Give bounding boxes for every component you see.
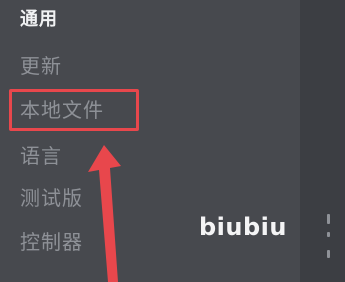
edge-mark bbox=[327, 214, 330, 224]
watermark-text: biubiu bbox=[199, 213, 287, 241]
sidebar-item-language[interactable]: 语言 bbox=[20, 144, 62, 168]
sidebar-item-controller[interactable]: 控制器 bbox=[20, 230, 83, 254]
local-files-highlight-box bbox=[9, 89, 139, 131]
sidebar-item-beta[interactable]: 测试版 bbox=[20, 186, 83, 210]
edge-mark bbox=[327, 250, 330, 258]
edge-mark bbox=[327, 232, 330, 237]
sidebar-item-general[interactable]: 通用 bbox=[20, 8, 58, 32]
sidebar-item-updates[interactable]: 更新 bbox=[20, 54, 62, 78]
content-panel-edge bbox=[300, 0, 345, 282]
